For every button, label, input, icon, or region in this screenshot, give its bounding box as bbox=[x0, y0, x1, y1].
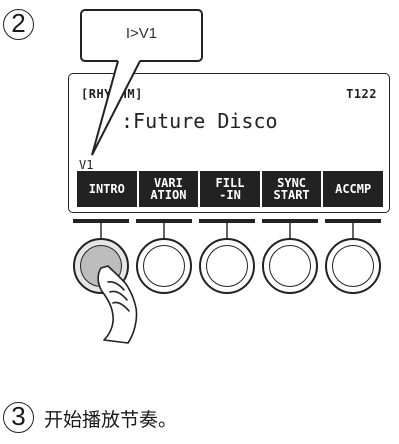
pointing-hand-icon bbox=[97, 265, 138, 344]
overlay-graphics bbox=[91, 60, 354, 344]
step-3-instruction: 开始播放节奏。 bbox=[44, 409, 178, 431]
step-3-marker: 3 bbox=[3, 402, 34, 433]
step-3-number: 3 bbox=[11, 401, 26, 431]
